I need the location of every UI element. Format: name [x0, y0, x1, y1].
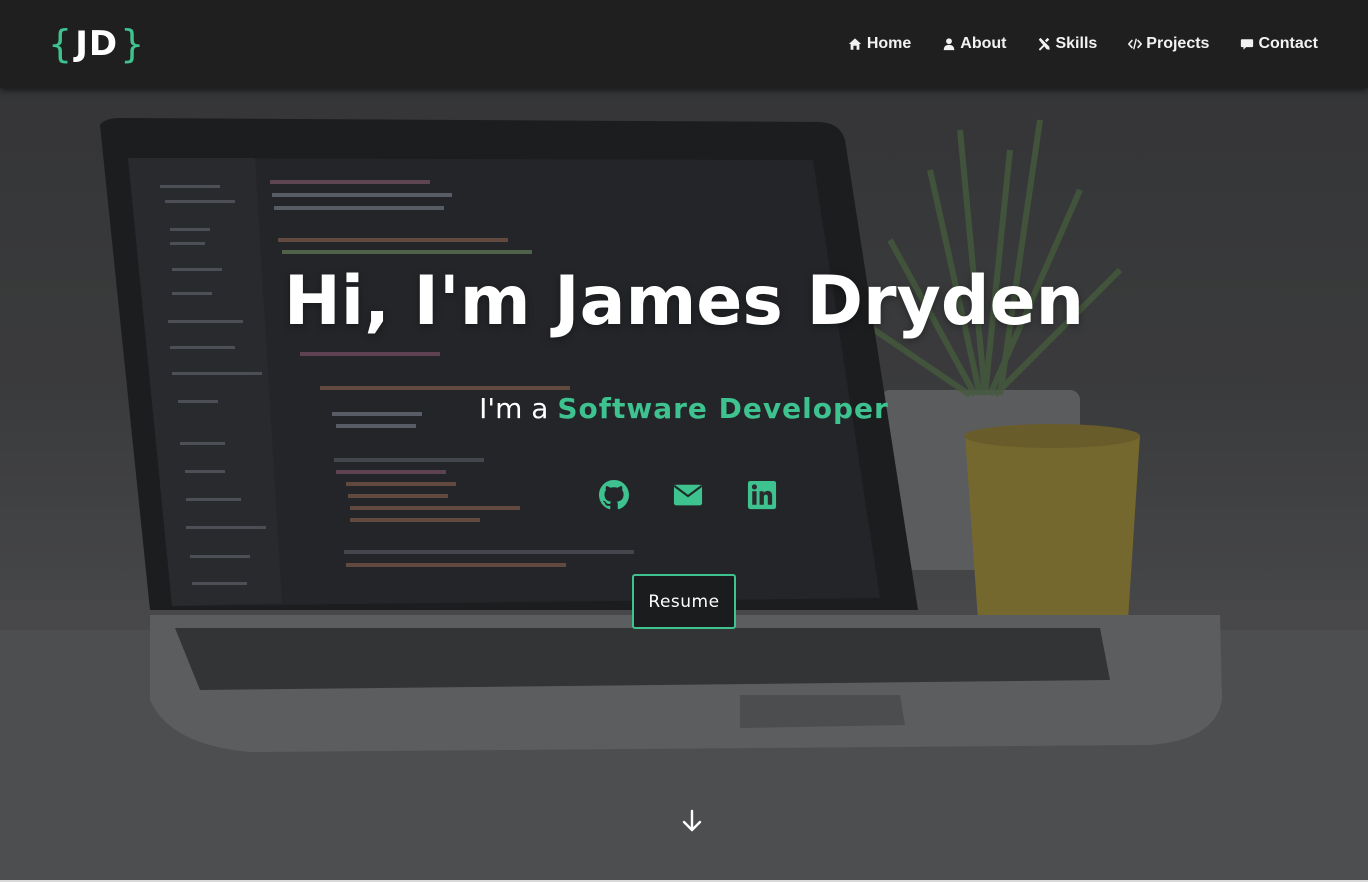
logo-close-brace: } — [120, 22, 146, 66]
nav-links: Home About Skills Projects Contact — [848, 35, 1318, 53]
hero-subline: I'm a Software Developer — [0, 392, 1368, 425]
linkedin-link[interactable] — [747, 480, 777, 510]
scroll-down-button[interactable] — [680, 808, 704, 834]
github-link[interactable] — [599, 480, 629, 510]
comment-icon — [1239, 37, 1254, 52]
navbar: { JD } Home About Skills Projects Contac… — [0, 0, 1368, 88]
logo-open-brace: { — [48, 22, 74, 66]
nav-link-contact-label: Contact — [1258, 35, 1318, 52]
github-icon — [599, 480, 629, 510]
tools-icon — [1036, 37, 1051, 52]
logo[interactable]: { JD } — [48, 22, 145, 66]
logo-initials: JD — [75, 24, 119, 64]
code-icon — [1127, 37, 1142, 52]
nav-link-projects-label: Projects — [1146, 35, 1210, 52]
nav-link-skills[interactable]: Skills — [1036, 35, 1097, 53]
nav-link-home-label: Home — [866, 35, 912, 52]
linkedin-icon — [747, 480, 777, 510]
nav-link-about-label: About — [960, 35, 1007, 52]
nav-link-contact[interactable]: Contact — [1239, 35, 1318, 53]
home-icon — [848, 37, 863, 52]
nav-link-about[interactable]: About — [941, 35, 1006, 53]
nav-link-skills-label: Skills — [1055, 35, 1098, 52]
nav-link-projects[interactable]: Projects — [1127, 35, 1209, 53]
hero-subline-prefix: I'm a — [479, 392, 558, 425]
user-icon — [941, 37, 956, 52]
hero-content: Hi, I'm James Dryden I'm a Software Deve… — [0, 0, 1368, 882]
social-links — [0, 480, 1368, 510]
hero-role: Software Developer — [557, 392, 889, 425]
email-link[interactable] — [673, 480, 703, 510]
arrow-down-icon — [682, 809, 702, 832]
envelope-icon — [673, 484, 703, 506]
hero-headline: Hi, I'm James Dryden — [283, 262, 1085, 341]
resume-button[interactable]: Resume — [632, 574, 736, 629]
nav-link-home[interactable]: Home — [848, 35, 911, 53]
